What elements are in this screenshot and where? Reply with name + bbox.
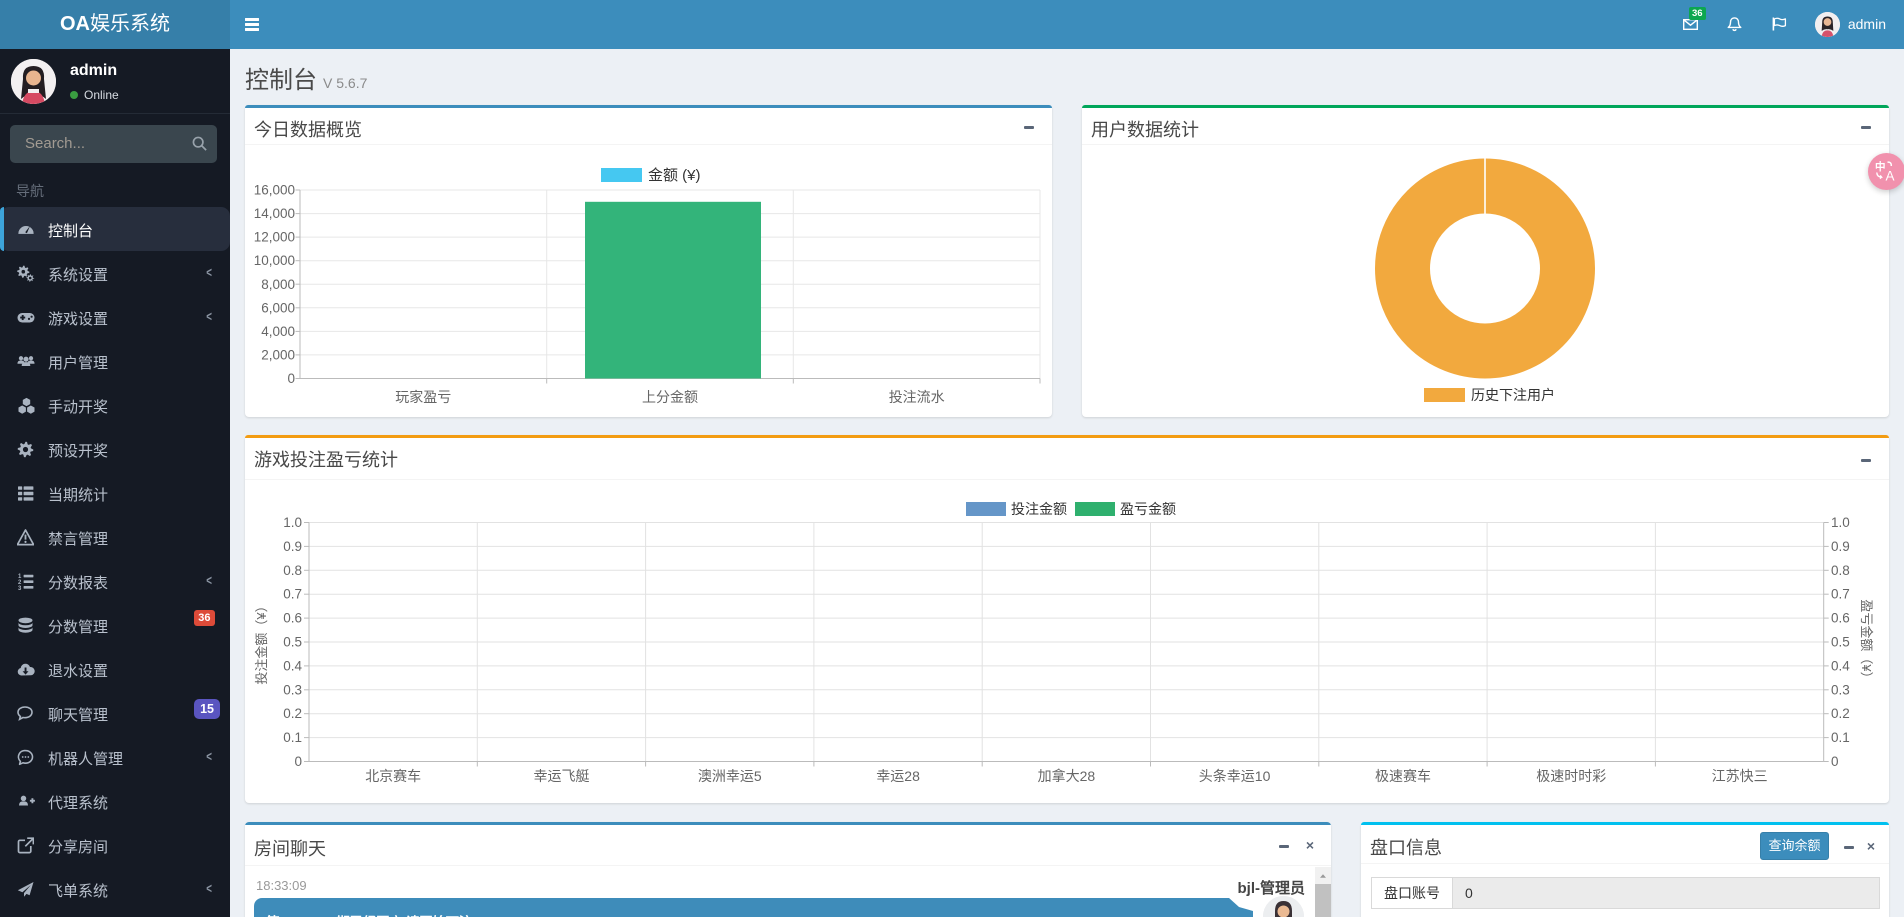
svg-text:幸运飞艇: 幸运飞艇 [534,768,590,784]
svg-text:盈亏金额: 盈亏金额 [1120,501,1176,517]
svg-text:0: 0 [287,371,295,386]
svg-text:中: 中 [1875,160,1886,173]
svg-text:极速时时彩: 极速时时彩 [1536,768,1606,784]
svg-text:投注流水: 投注流水 [889,389,945,405]
svg-text:0.3: 0.3 [1831,682,1850,697]
svg-text:投注金额（¥）: 投注金额（¥） [254,599,269,684]
svg-text:0.9: 0.9 [1831,539,1850,554]
svg-text:玩家盈亏: 玩家盈亏 [395,389,451,405]
svg-text:0.2: 0.2 [283,706,302,721]
svg-text:0.5: 0.5 [1831,635,1850,650]
svg-text:0: 0 [1831,754,1839,769]
svg-text:2,000: 2,000 [261,347,295,362]
svg-text:金额 (¥): 金额 (¥) [648,167,701,184]
svg-text:幸运28: 幸运28 [876,768,920,784]
svg-text:0.3: 0.3 [283,682,302,697]
svg-text:投注金额: 投注金额 [1011,501,1067,517]
svg-text:0.8: 0.8 [283,563,302,578]
svg-text:0.6: 0.6 [283,611,302,626]
svg-text:头条幸运10: 头条幸运10 [1199,768,1271,784]
svg-text:A: A [1886,169,1895,184]
svg-text:历史下注用户: 历史下注用户 [1471,387,1555,403]
svg-text:盈亏金额（¥）: 盈亏金额（¥） [1859,599,1874,684]
svg-text:6,000: 6,000 [261,300,295,315]
svg-text:0.4: 0.4 [1831,658,1850,673]
svg-text:0.1: 0.1 [283,730,302,745]
svg-text:16,000: 16,000 [254,183,295,198]
svg-text:0: 0 [294,754,302,769]
svg-text:江苏快三: 江苏快三 [1712,768,1768,784]
svg-text:0.7: 0.7 [283,587,302,602]
svg-text:12,000: 12,000 [254,230,295,245]
svg-text:0.9: 0.9 [283,539,302,554]
svg-text:3: 3 [18,586,22,590]
svg-text:0.8: 0.8 [1831,563,1850,578]
svg-text:0.7: 0.7 [1831,587,1850,602]
svg-text:0.4: 0.4 [283,658,302,673]
svg-text:0.5: 0.5 [283,635,302,650]
svg-text:0.6: 0.6 [1831,611,1850,626]
svg-text:1.0: 1.0 [1831,515,1850,530]
svg-text:8,000: 8,000 [261,277,295,292]
svg-text:澳洲幸运5: 澳洲幸运5 [698,768,762,784]
svg-text:加拿大28: 加拿大28 [1038,768,1096,784]
svg-text:1.0: 1.0 [283,515,302,530]
svg-text:上分金额: 上分金额 [642,389,698,405]
svg-text:北京赛车: 北京赛车 [365,768,421,784]
svg-text:4,000: 4,000 [261,324,295,339]
svg-text:极速赛车: 极速赛车 [1375,768,1431,784]
svg-text:10,000: 10,000 [254,253,295,268]
svg-text:14,000: 14,000 [254,206,295,221]
svg-text:0.2: 0.2 [1831,706,1850,721]
svg-text:0.1: 0.1 [1831,730,1850,745]
